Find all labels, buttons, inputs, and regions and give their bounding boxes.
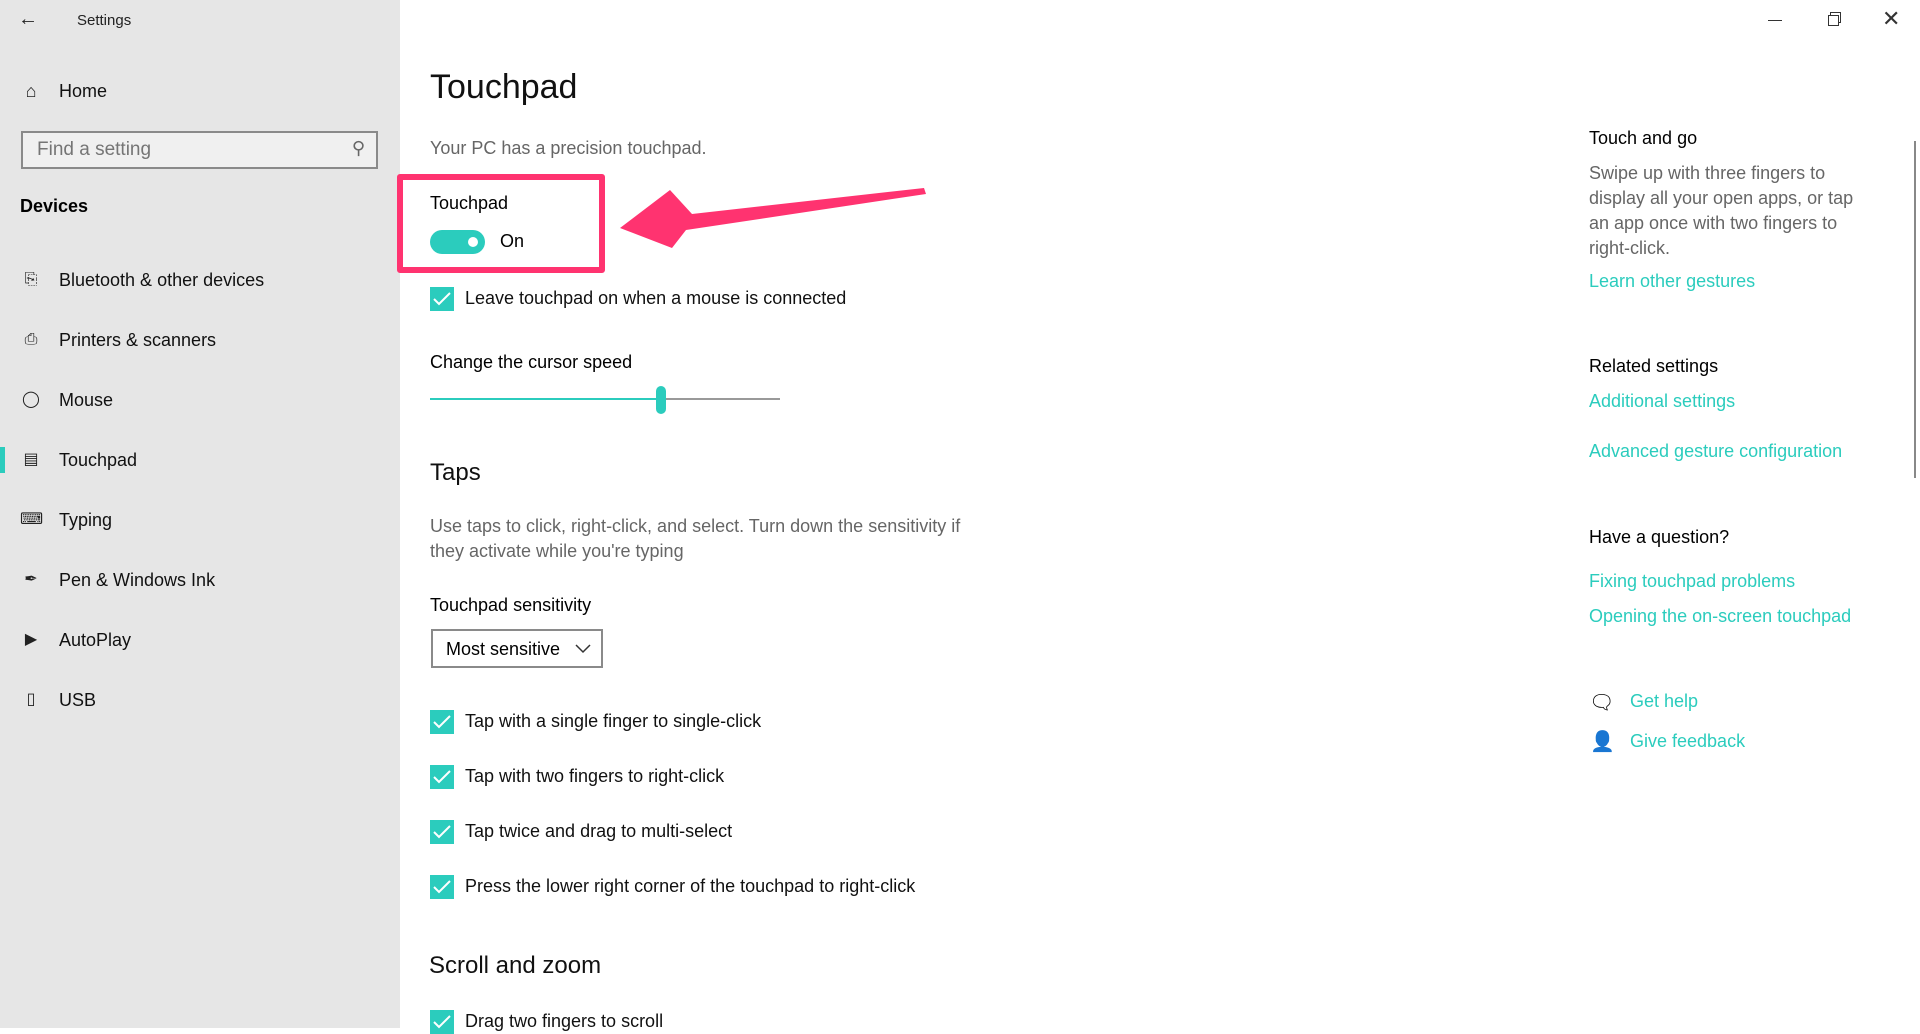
get-help-icon: 🗨 bbox=[1589, 692, 1615, 714]
autoplay-icon: ▶ bbox=[24, 631, 38, 648]
learn-gestures-link[interactable]: Learn other gestures bbox=[1589, 271, 1755, 292]
bluetooth-devices-icon: ⎘ bbox=[24, 271, 38, 288]
leave-on-checkbox[interactable] bbox=[430, 287, 454, 311]
back-button[interactable]: ← bbox=[18, 8, 38, 31]
sidebar-item-bluetooth-other-devices[interactable]: ⎘ Bluetooth & other devices bbox=[0, 257, 400, 303]
sidebar-item-home[interactable]: ⌂ Home bbox=[0, 68, 400, 114]
sensitivity-label: Touchpad sensitivity bbox=[430, 595, 592, 615]
additional-settings-link[interactable]: Additional settings bbox=[1589, 391, 1735, 412]
get-help-link[interactable]: Get help bbox=[1630, 691, 1698, 712]
touchpad-icon: ▤ bbox=[23, 451, 39, 468]
pen-icon: ✒ bbox=[24, 571, 38, 588]
tap-option-label: Tap with two fingers to right-click bbox=[465, 766, 725, 786]
window-title: Settings bbox=[77, 12, 132, 29]
sidebar-item-pen-windows-ink[interactable]: ✒ Pen & Windows Ink bbox=[0, 557, 400, 603]
search-icon[interactable]: ⚲ bbox=[352, 138, 365, 159]
taps-description-line1: Use taps to click, right-click, and sele… bbox=[430, 516, 961, 536]
advanced-gesture-link[interactable]: Advanced gesture configuration bbox=[1589, 441, 1842, 462]
home-icon: ⌂ bbox=[25, 81, 37, 101]
touch-desc: an app once with two fingers to bbox=[1589, 213, 1838, 233]
tap-option-checkbox[interactable] bbox=[430, 875, 454, 899]
related-heading: Related settings bbox=[1589, 356, 1719, 376]
sidebar-item-usb[interactable]: ▯ USB bbox=[0, 677, 400, 723]
give-feedback-link[interactable]: Give feedback bbox=[1630, 731, 1745, 752]
search-input[interactable] bbox=[21, 131, 378, 169]
touchpad-toggle[interactable] bbox=[430, 230, 485, 254]
touch-heading: Touch and go bbox=[1589, 128, 1698, 148]
sidebar-item-typing[interactable]: ⌨ Typing bbox=[0, 497, 400, 543]
sidebar-item-autoplay[interactable]: ▶ AutoPlay bbox=[0, 617, 400, 663]
cursor-speed-label: Change the cursor speed bbox=[430, 352, 633, 372]
mouse-icon: ◯ bbox=[22, 391, 40, 408]
feedback-icon: 👤 bbox=[1590, 731, 1615, 753]
tap-option-label: Tap twice and drag to multi-select bbox=[465, 821, 733, 841]
printer-icon: ⎙ bbox=[24, 331, 38, 348]
tap-option-checkbox[interactable] bbox=[430, 710, 454, 734]
touch-desc: right-click. bbox=[1589, 238, 1671, 258]
touch-desc: display all your open apps, or tap bbox=[1589, 188, 1854, 208]
touchpad-label: Touchpad bbox=[430, 193, 509, 213]
scroll-label: Drag two fingers to scroll bbox=[465, 1011, 664, 1031]
sensitivity-dropdown[interactable]: Most sensitive bbox=[431, 629, 603, 668]
opening-link[interactable]: Opening the on-screen touchpad bbox=[1589, 606, 1851, 627]
leave-on-label: Leave touchpad on when a mouse is connec… bbox=[465, 288, 847, 308]
chevron-down-icon bbox=[575, 644, 591, 654]
scroll-checkbox[interactable] bbox=[430, 1010, 454, 1034]
tap-option-checkbox[interactable] bbox=[430, 820, 454, 844]
sidebar-item-touchpad[interactable]: ▤ Touchpad bbox=[0, 437, 400, 483]
touch-desc: Swipe up with three fingers to bbox=[1589, 163, 1826, 183]
tap-option-label: Press the lower right corner of the touc… bbox=[465, 876, 916, 896]
sidebar-item-mouse[interactable]: ◯ Mouse bbox=[0, 377, 400, 423]
minimize-icon[interactable] bbox=[1768, 10, 1788, 30]
taps-description-line2: they activate while you're typing bbox=[430, 541, 684, 561]
tap-option-label: Tap with a single finger to single-click bbox=[465, 711, 762, 731]
toggle-state: On bbox=[500, 231, 525, 251]
sidebar: ← Settings ⌂ Home ⚲ Devices ⎘Bluetooth &… bbox=[0, 0, 400, 1028]
cursor-speed-slider[interactable] bbox=[430, 386, 780, 414]
page-subtitle: Your PC has a precision touchpad. bbox=[430, 138, 707, 158]
slider-thumb[interactable] bbox=[656, 386, 666, 414]
section-heading: Devices bbox=[20, 196, 89, 216]
question-heading: Have a question? bbox=[1589, 527, 1730, 547]
sidebar-item-printers-scanners[interactable]: ⎙ Printers & scanners bbox=[0, 317, 400, 363]
scroll-heading: Scroll and zoom bbox=[429, 952, 602, 979]
restore-icon[interactable] bbox=[1828, 12, 1842, 26]
tap-option-checkbox[interactable] bbox=[430, 765, 454, 789]
page-title: Touchpad bbox=[430, 68, 578, 106]
scrollbar[interactable] bbox=[1914, 141, 1916, 478]
taps-heading: Taps bbox=[430, 459, 481, 486]
close-icon[interactable]: ✕ bbox=[1882, 6, 1900, 32]
annotation-highlight-box bbox=[397, 174, 605, 273]
usb-icon: ▯ bbox=[26, 691, 36, 708]
annotation-arrow bbox=[620, 188, 926, 248]
sensitivity-value: Most sensitive bbox=[446, 639, 561, 659]
keyboard-icon: ⌨ bbox=[20, 511, 44, 528]
fixing-link[interactable]: Fixing touchpad problems bbox=[1589, 571, 1795, 592]
